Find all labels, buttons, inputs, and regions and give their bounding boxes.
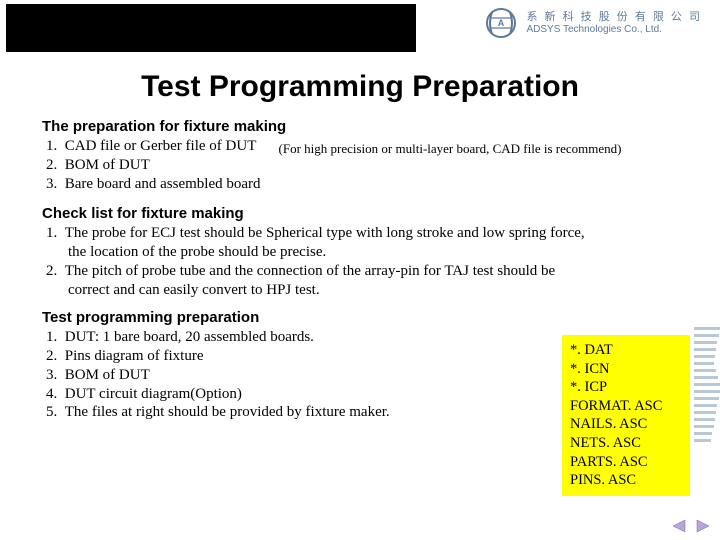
tpp-label: Test programming preparation xyxy=(42,309,680,326)
list-item: 1. The probe for ECJ test should be Sphe… xyxy=(46,224,600,262)
list-item: 1. CAD file or Gerber file of DUT xyxy=(46,137,261,156)
page-title: Test Programming Preparation xyxy=(40,70,680,104)
list-item: 4. DUT circuit diagram(Option) xyxy=(46,385,500,404)
file-entry: FORMAT. ASC xyxy=(570,397,682,416)
prep-fixture-label: The preparation for fixture making xyxy=(42,118,680,135)
files-box: *. DAT *. ICN *. ICP FORMAT. ASC NAILS. … xyxy=(562,335,690,495)
tpp-list: 1. DUT: 1 bare board, 20 assembled board… xyxy=(40,328,500,422)
company-name-cn: 系 新 科 技 股 份 有 限 公 司 xyxy=(526,11,702,23)
top-bar: A 系 新 科 技 股 份 有 限 公 司 ADSYS Technologies… xyxy=(0,0,720,56)
list-item: 2. Pins diagram of fixture xyxy=(46,347,500,366)
slide-content: Test Programming Preparation The prepara… xyxy=(0,70,720,540)
list-item: 5. The files at right should be provided… xyxy=(46,403,500,422)
nav-arrows xyxy=(670,518,712,534)
prep-fixture-note: (For high precision or multi-layer board… xyxy=(279,141,622,157)
file-entry: PINS. ASC xyxy=(570,471,682,490)
list-item: 1. DUT: 1 bare board, 20 assembled board… xyxy=(46,328,500,347)
list-item: 3. BOM of DUT xyxy=(46,366,500,385)
checklist-list: 1. The probe for ECJ test should be Sphe… xyxy=(40,224,600,299)
black-placeholder xyxy=(6,4,416,52)
prep-fixture-list: 1. CAD file or Gerber file of DUT 2. BOM… xyxy=(40,137,261,193)
file-entry: *. ICP xyxy=(570,378,682,397)
arrow-left-icon xyxy=(671,519,687,533)
company-logo-icon: A xyxy=(484,6,518,40)
decorative-stripes xyxy=(694,327,720,446)
svg-text:A: A xyxy=(498,18,505,28)
file-entry: NAILS. ASC xyxy=(570,415,682,434)
company-name-en: ADSYS Technologies Co., Ltd. xyxy=(526,24,702,35)
file-entry: *. DAT xyxy=(570,341,682,360)
checklist-label: Check list for fixture making xyxy=(42,205,680,222)
file-entry: *. ICN xyxy=(570,360,682,379)
arrow-right-icon xyxy=(695,519,711,533)
list-item: 2. BOM of DUT xyxy=(46,156,261,175)
list-item: 3. Bare board and assembled board xyxy=(46,175,261,194)
next-slide-button[interactable] xyxy=(694,518,712,534)
file-entry: PARTS. ASC xyxy=(570,453,682,472)
prev-slide-button[interactable] xyxy=(670,518,688,534)
file-entry: NETS. ASC xyxy=(570,434,682,453)
list-item: 2. The pitch of probe tube and the conne… xyxy=(46,262,600,300)
company-branding: A 系 新 科 技 股 份 有 限 公 司 ADSYS Technologies… xyxy=(484,6,702,40)
